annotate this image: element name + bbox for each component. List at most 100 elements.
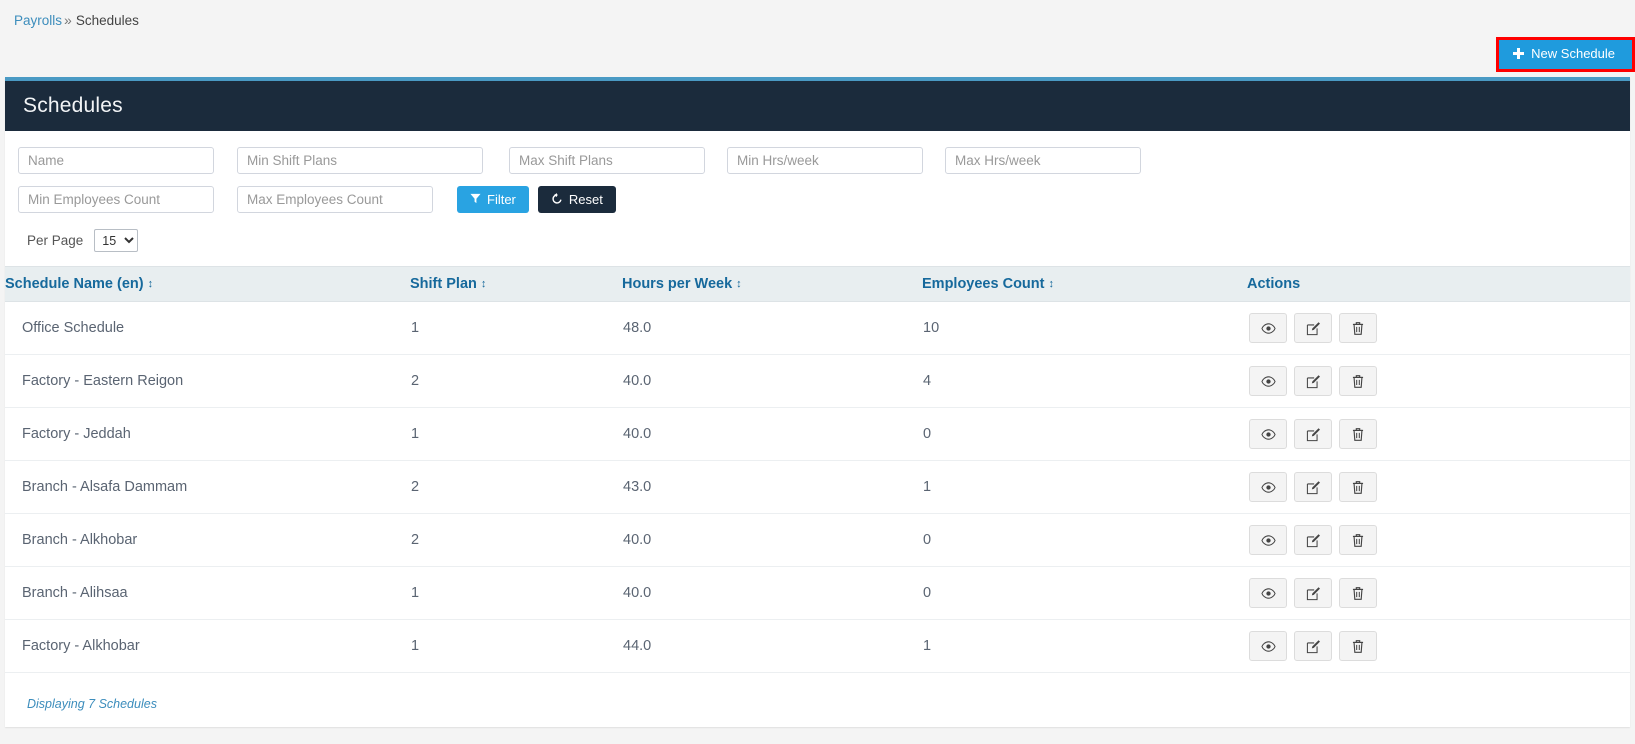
edit-icon <box>1306 374 1321 389</box>
cell-shift-plan: 1 <box>410 620 622 673</box>
delete-icon <box>1351 480 1365 495</box>
edit-button[interactable] <box>1294 419 1332 449</box>
cell-shift-plan: 1 <box>410 302 622 355</box>
max-hrs-week-filter-input[interactable] <box>945 147 1141 174</box>
table-header-row: Schedule Name (en)↕ Shift Plan ↕ Hours pe… <box>5 267 1630 302</box>
table-head: Schedule Name (en)↕ Shift Plan ↕ Hours pe… <box>5 267 1630 302</box>
edit-button[interactable] <box>1294 578 1332 608</box>
min-shift-plans-filter-input[interactable] <box>237 147 483 174</box>
edit-button[interactable] <box>1294 525 1332 555</box>
cell-hours-per-week: 40.0 <box>622 514 922 567</box>
view-button[interactable] <box>1249 631 1287 661</box>
breadcrumb-link-payrolls[interactable]: Payrolls <box>14 13 62 28</box>
column-header-employees-count-label: Employees Count <box>922 276 1044 292</box>
cell-actions <box>1247 461 1630 514</box>
edit-button[interactable] <box>1294 472 1332 502</box>
cell-employees-count: 1 <box>922 461 1247 514</box>
funnel-icon <box>470 193 481 206</box>
cell-schedule-name: Office Schedule <box>5 302 410 355</box>
new-schedule-button-label: New Schedule <box>1531 46 1615 62</box>
sort-icon: ↕ <box>736 279 742 290</box>
edit-icon <box>1306 427 1321 442</box>
cell-actions <box>1247 408 1630 461</box>
row-action-group <box>1249 578 1629 608</box>
row-action-group <box>1249 472 1629 502</box>
column-header-shift-plan-label: Shift Plan <box>410 276 477 292</box>
cell-shift-plan: 2 <box>410 355 622 408</box>
column-header-hours-per-week[interactable]: Hours per Week↕ <box>622 267 922 302</box>
cell-hours-per-week: 48.0 <box>622 302 922 355</box>
max-employees-count-filter-input[interactable] <box>237 186 433 213</box>
table-row: Branch - Alihsaa140.00 <box>5 567 1630 620</box>
new-schedule-highlight: New Schedule <box>1496 37 1635 72</box>
column-header-schedule-name[interactable]: Schedule Name (en)↕ <box>5 267 410 302</box>
cell-hours-per-week: 40.0 <box>622 567 922 620</box>
column-header-shift-plan[interactable]: Shift Plan ↕ <box>410 267 622 302</box>
reset-button[interactable]: Reset <box>538 186 616 213</box>
edit-icon <box>1306 533 1321 548</box>
cell-actions <box>1247 567 1630 620</box>
column-header-actions: Actions <box>1247 267 1630 302</box>
new-schedule-button[interactable]: New Schedule <box>1499 40 1632 69</box>
column-header-employees-count[interactable]: Employees Count↕ <box>922 267 1247 302</box>
edit-icon <box>1306 480 1321 495</box>
delete-button[interactable] <box>1339 525 1377 555</box>
name-filter-input[interactable] <box>18 147 214 174</box>
view-button[interactable] <box>1249 472 1287 502</box>
filter-row-2: Filter Reset <box>5 186 1630 213</box>
delete-button[interactable] <box>1339 631 1377 661</box>
row-action-group <box>1249 419 1629 449</box>
filter-button[interactable]: Filter <box>457 186 529 213</box>
edit-button[interactable] <box>1294 631 1332 661</box>
view-button[interactable] <box>1249 366 1287 396</box>
table-row: Factory - Jeddah140.00 <box>5 408 1630 461</box>
view-button[interactable] <box>1249 313 1287 343</box>
cell-hours-per-week: 40.0 <box>622 355 922 408</box>
action-bar: New Schedule <box>0 40 1635 70</box>
cell-actions <box>1247 355 1630 408</box>
sort-icon: ↕ <box>481 279 487 290</box>
panel-header: Schedules <box>5 81 1630 131</box>
row-action-group <box>1249 525 1629 555</box>
cell-schedule-name: Factory - Eastern Reigon <box>5 355 410 408</box>
breadcrumb: Payrolls»Schedules <box>0 0 1635 40</box>
delete-button[interactable] <box>1339 313 1377 343</box>
schedules-table: Schedule Name (en)↕ Shift Plan ↕ Hours pe… <box>5 266 1630 673</box>
min-employees-count-filter-input[interactable] <box>18 186 214 213</box>
cell-shift-plan: 1 <box>410 567 622 620</box>
reset-button-label: Reset <box>569 192 603 207</box>
edit-button[interactable] <box>1294 366 1332 396</box>
filter-row-1 <box>5 147 1630 174</box>
cell-actions <box>1247 514 1630 567</box>
cell-employees-count: 0 <box>922 408 1247 461</box>
per-page-row: Per Page 152550100 <box>5 229 1630 252</box>
cell-schedule-name: Branch - Alkhobar <box>5 514 410 567</box>
edit-icon <box>1306 586 1321 601</box>
column-header-actions-label: Actions <box>1247 276 1300 292</box>
edit-button[interactable] <box>1294 313 1332 343</box>
edit-icon <box>1306 639 1321 654</box>
table-row: Branch - Alsafa Dammam243.01 <box>5 461 1630 514</box>
min-hrs-week-filter-input[interactable] <box>727 147 923 174</box>
delete-button[interactable] <box>1339 419 1377 449</box>
row-action-group <box>1249 366 1629 396</box>
table-row: Factory - Eastern Reigon240.04 <box>5 355 1630 408</box>
max-shift-plans-filter-input[interactable] <box>509 147 705 174</box>
delete-button[interactable] <box>1339 472 1377 502</box>
sort-icon: ↕ <box>148 279 154 290</box>
cell-shift-plan: 2 <box>410 514 622 567</box>
view-button[interactable] <box>1249 419 1287 449</box>
delete-button[interactable] <box>1339 578 1377 608</box>
view-button[interactable] <box>1249 525 1287 555</box>
cell-employees-count: 0 <box>922 514 1247 567</box>
per-page-select[interactable]: 152550100 <box>94 229 138 252</box>
table-row: Office Schedule148.010 <box>5 302 1630 355</box>
delete-icon <box>1351 427 1365 442</box>
cell-employees-count: 4 <box>922 355 1247 408</box>
view-button[interactable] <box>1249 578 1287 608</box>
delete-button[interactable] <box>1339 366 1377 396</box>
per-page-label: Per Page <box>27 233 83 248</box>
edit-icon <box>1306 321 1321 336</box>
cell-actions <box>1247 302 1630 355</box>
cell-schedule-name: Branch - Alsafa Dammam <box>5 461 410 514</box>
